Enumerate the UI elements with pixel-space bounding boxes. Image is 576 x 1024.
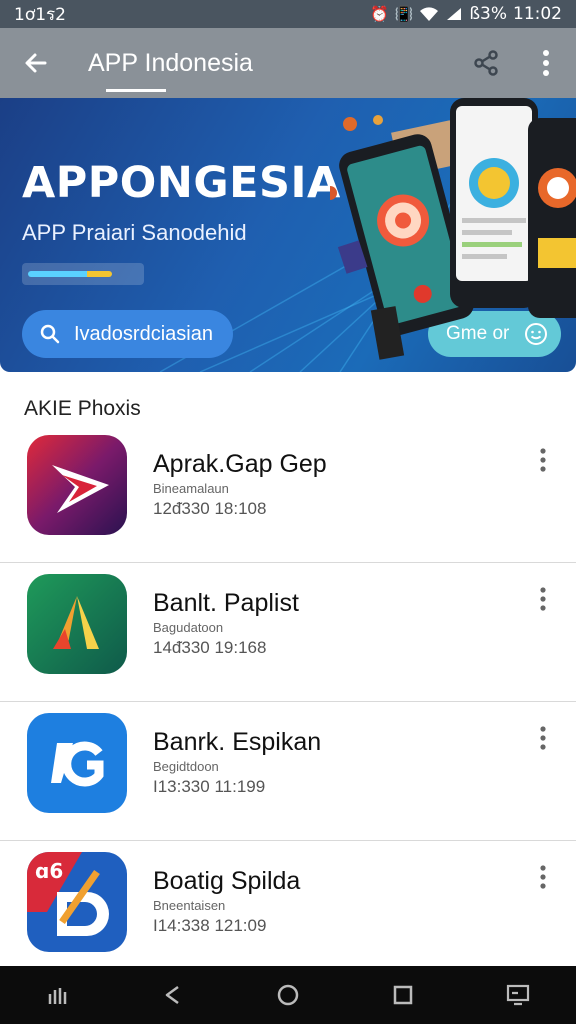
back-button[interactable]	[0, 28, 72, 98]
back-icon	[165, 985, 179, 1005]
vibrate-icon: 📳	[394, 4, 414, 23]
banner-progress-bar	[22, 263, 144, 285]
search-button[interactable]: Ivadosrdciasian	[22, 310, 233, 358]
more-vertical-icon	[540, 726, 546, 750]
a-triangle-icon	[27, 574, 127, 674]
banner-progress-fill	[28, 271, 112, 277]
status-clock: 11:02	[513, 4, 562, 24]
page-title: APP Indonesia	[88, 49, 456, 92]
search-icon	[40, 324, 60, 344]
wifi-icon	[420, 7, 439, 21]
app-list: Aprak.Gap Gep Bineamalaun 12ᵭ330 18:108 …	[0, 424, 576, 980]
app-meta: I14:338 121:09	[153, 916, 267, 935]
banner-title: APPONGESIA	[22, 158, 341, 208]
screenshot-icon	[507, 984, 530, 1006]
search-button-label: Ivadosrdciasian	[74, 322, 213, 345]
alarm-icon: ⏰	[369, 4, 389, 23]
g-letter-icon	[27, 713, 127, 813]
share-button[interactable]	[456, 28, 516, 98]
play-arrow-icon	[27, 435, 127, 535]
list-item[interactable]: Aprak.Gap Gep Bineamalaun 12ᵭ330 18:108	[0, 424, 576, 563]
app-meta: 14ᵭ330 19:168	[153, 638, 267, 657]
app-subtitle: Bineamalaun	[153, 481, 229, 496]
app-subtitle: Bneentaisen	[153, 898, 226, 913]
promo-banner[interactable]: APPONGESIA APP Praiari Sanodehid Ivadosr…	[0, 98, 576, 372]
app-subtitle: Bagudatoon	[153, 620, 224, 635]
status-icons: ⏰ 📳 ß3% 11:02	[370, 4, 562, 24]
more-vertical-icon	[540, 587, 546, 611]
list-item[interactable]: Banlt. Paplist Bagudatoon 14ᵭ330 19:168	[0, 563, 576, 702]
app-name: Boatig Spilda	[153, 867, 301, 895]
app-meta: 12ᵭ330 18:108	[153, 499, 267, 518]
more-vertical-icon	[540, 448, 546, 472]
navigation-bar	[0, 966, 576, 1024]
home-icon	[277, 984, 299, 1006]
section-header: AKIE Phoxis	[24, 397, 141, 420]
item-more-button[interactable]	[530, 583, 556, 615]
app-name: Aprak.Gap Gep	[153, 450, 327, 478]
bd-badge-icon: ɑ6	[27, 852, 127, 952]
app-name: Banrk. Espikan	[153, 728, 322, 756]
phones-illustration	[330, 98, 576, 360]
share-icon	[474, 50, 498, 76]
recents-icon	[48, 988, 66, 1004]
app-name: Banlt. Paplist	[153, 589, 299, 617]
overflow-menu-button[interactable]	[516, 28, 576, 98]
app-subtitle: Begidtdoon	[153, 759, 219, 774]
overview-icon	[393, 985, 413, 1005]
svg-text:ɑ6: ɑ6	[35, 859, 63, 883]
nav-home-button[interactable]	[258, 966, 318, 1024]
list-item[interactable]: Banrk. Espikan Begidtdoon I13:330 11:199	[0, 702, 576, 841]
app-bar: APP Indonesia	[0, 28, 576, 98]
nav-screenshot-button[interactable]	[488, 966, 548, 1024]
status-time-left: 1ơ1ร2	[14, 4, 66, 25]
list-item[interactable]: ɑ6 Boatig Spilda Bneentaisen I14:338 121…	[0, 841, 576, 980]
more-vertical-icon	[540, 865, 546, 889]
nav-recents-button[interactable]	[28, 966, 88, 1024]
arrow-left-icon	[25, 53, 47, 73]
item-more-button[interactable]	[530, 861, 556, 893]
more-vertical-icon	[543, 50, 549, 76]
status-bar: 1ơ1ร2 ⏰ 📳 ß3% 11:02	[0, 0, 576, 28]
app-meta: I13:330 11:199	[153, 777, 266, 796]
battery-text: ß3%	[469, 4, 507, 24]
nav-overview-button[interactable]	[373, 966, 433, 1024]
nav-back-button[interactable]	[143, 966, 203, 1024]
item-more-button[interactable]	[530, 722, 556, 754]
signal-icon	[447, 8, 462, 20]
banner-subtitle: APP Praiari Sanodehid	[22, 220, 247, 245]
item-more-button[interactable]	[530, 444, 556, 476]
